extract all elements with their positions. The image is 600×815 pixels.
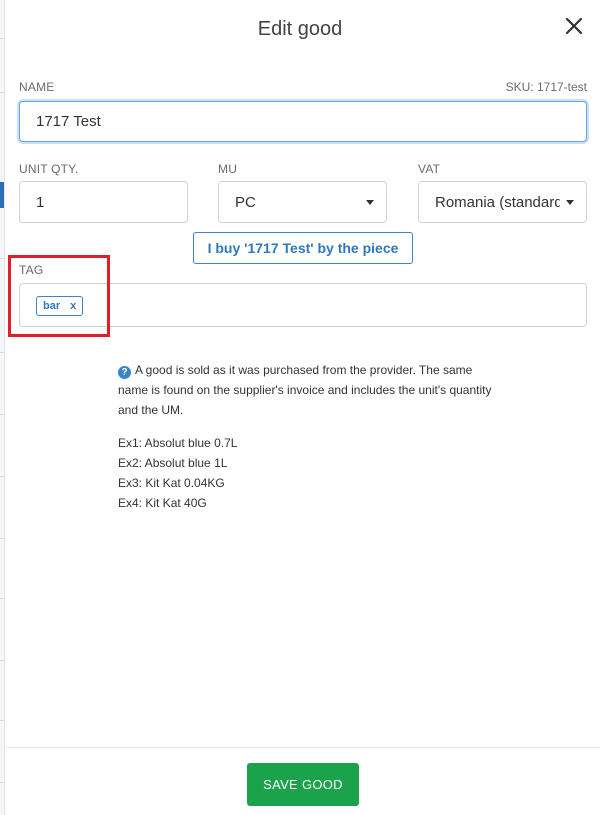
question-icon: ? [118, 366, 131, 379]
unit-qty-input[interactable]: 1 [19, 181, 188, 223]
chevron-down-icon [366, 200, 374, 205]
background-sidebar-edge [0, 0, 5, 815]
buy-by-piece-button[interactable]: I buy '1717 Test' by the piece [193, 232, 413, 264]
mu-select[interactable]: PC [218, 181, 387, 223]
mu-label: MU [218, 162, 238, 176]
help-description: A good is sold as it was purchased from … [118, 363, 492, 417]
example-item: Ex1: Absolut blue 0.7L [118, 436, 238, 450]
vat-label: VAT [418, 162, 441, 176]
save-good-button[interactable]: SAVE GOOD [247, 763, 359, 806]
examples-list: Ex1: Absolut blue 0.7L Ex2: Absolut blue… [118, 433, 237, 513]
unit-qty-label: UNIT QTY. [19, 162, 79, 176]
footer-divider [5, 747, 600, 748]
help-text: ? A good is sold as it was purchased from… [118, 360, 498, 420]
example-item: Ex3: Kit Kat 0.04KG [118, 476, 225, 490]
example-item: Ex2: Absolut blue 1L [118, 456, 228, 470]
unit-qty-value: 1 [36, 193, 45, 211]
vat-selected-value: Romania (standard) [435, 193, 560, 211]
dialog-title: Edit good [257, 18, 343, 40]
name-label: NAME [19, 80, 55, 94]
name-input[interactable]: 1717 Test [19, 101, 587, 142]
close-icon [565, 17, 583, 35]
name-input-value: 1717 Test [36, 113, 101, 130]
sku-text: SKU: 1717-test [505, 80, 587, 94]
chevron-down-icon [566, 200, 574, 205]
mu-selected-value: PC [235, 193, 256, 211]
close-button[interactable] [562, 14, 586, 38]
example-item: Ex4: Kit Kat 40G [118, 496, 207, 510]
annotation-highlight-box [8, 255, 110, 337]
sidebar-active-indicator [0, 182, 4, 208]
vat-select[interactable]: Romania (standard) [418, 181, 587, 223]
